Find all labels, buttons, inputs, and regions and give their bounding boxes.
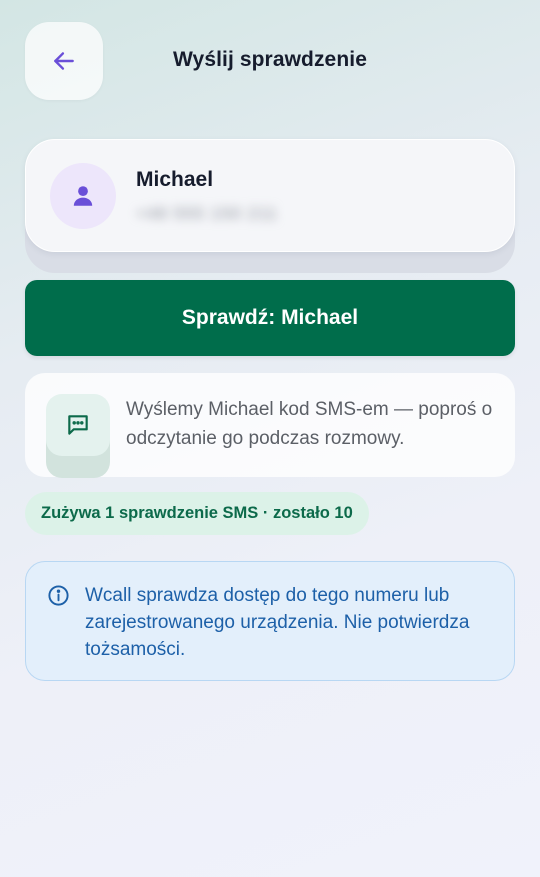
contact-card-body: Michael +48 555 150 211 (25, 139, 515, 252)
contact-card: Michael +48 555 150 211 (25, 139, 515, 273)
person-icon (73, 186, 93, 206)
message-dots-icon (68, 415, 88, 435)
sms-info-card: Wyślemy Michael kod SMS-em — poproś o od… (25, 373, 515, 478)
verify-contact-button[interactable]: Sprawdź: Michael (25, 280, 515, 356)
sms-icon-tile-face (46, 394, 110, 456)
usage-badge: Zużywa 1 sprawdzenie SMS · zostało 10 (25, 492, 369, 535)
verification-notice-text: Wcall sprawdza dostęp do tego numeru lub… (85, 585, 470, 660)
info-circle-icon (48, 585, 69, 606)
page-title: Wyślij sprawdzenie (173, 48, 367, 71)
contact-name: Michael (136, 168, 214, 191)
verification-notice: Wcall sprawdza dostęp do tego numeru lub… (25, 561, 515, 681)
sms-icon-tile (46, 394, 110, 478)
sms-info-text: Wyślemy Michael kod SMS-em — poproś o od… (126, 399, 493, 449)
contact-phone: +48 555 150 211 (136, 204, 278, 223)
avatar (50, 163, 116, 229)
